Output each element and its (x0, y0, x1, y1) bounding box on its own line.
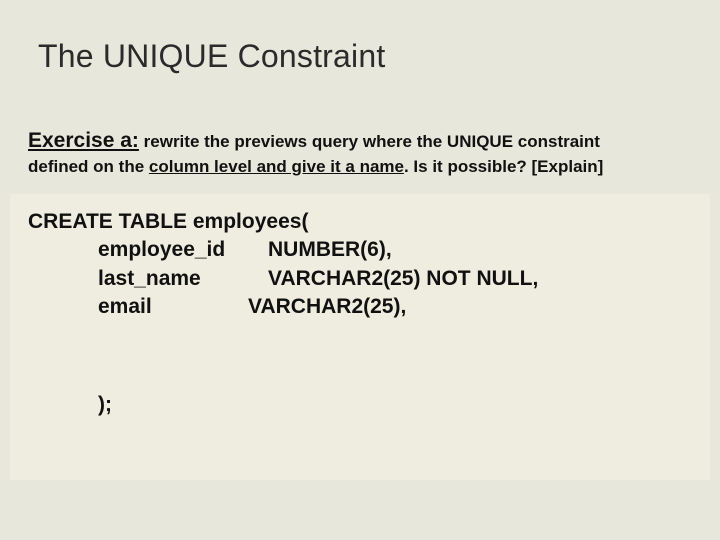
exercise-text-2b: . Is it possible? [Explain] (404, 157, 603, 176)
exercise-text-1: rewrite the previews query where the UNI… (139, 132, 600, 151)
code-block: CREATE TABLE employees(employee_idNUMBER… (10, 194, 710, 480)
code-line-3: last_nameVARCHAR2(25) NOT NULL, (28, 265, 692, 293)
code-close: ); (28, 321, 692, 419)
col3-type: VARCHAR2(25), (248, 295, 406, 318)
exercise-prompt: Exercise a: rewrite the previews query w… (28, 128, 692, 178)
col2-name: last_name (98, 265, 268, 293)
code-line-1: CREATE TABLE employees( (28, 208, 692, 236)
slide: The UNIQUE Constraint Exercise a: rewrit… (0, 0, 720, 540)
col1-name: employee_id (98, 236, 268, 264)
exercise-text-2a: defined on the (28, 157, 149, 176)
exercise-underlined: column level and give it a name (149, 157, 404, 176)
col3-name: email (98, 293, 248, 321)
code-line-4: emailVARCHAR2(25), (28, 293, 692, 321)
exercise-label: Exercise a: (28, 129, 139, 152)
col1-type: NUMBER(6), (268, 238, 392, 261)
col2-type: VARCHAR2(25) NOT NULL, (268, 267, 538, 290)
code-line-2: employee_idNUMBER(6), (28, 236, 692, 264)
slide-title: The UNIQUE Constraint (38, 38, 385, 75)
